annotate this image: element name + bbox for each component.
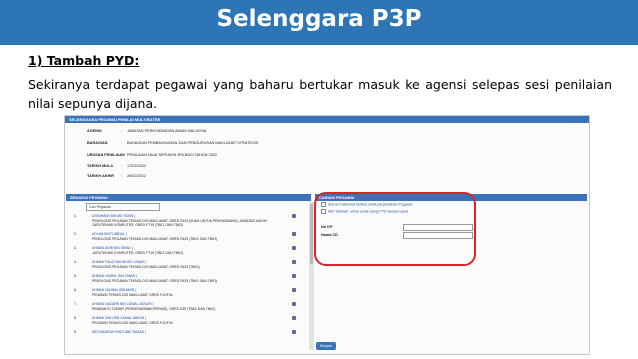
info-row-agensi: AGENSI: JABATAN PERKHIDMATAN AWAM MALAYSI…: [87, 129, 207, 133]
info-value: BAHAGIAN PEMBANGUNAN DAN PENGURUSAN MAKL…: [127, 141, 259, 145]
employee-name-link[interactable]: A RAHMAN BIN MD YASIN (: [92, 214, 135, 218]
delete-icon[interactable]: [292, 330, 296, 334]
info-value: 17/02/2022: [127, 164, 147, 168]
delete-icon[interactable]: [292, 316, 296, 320]
employee-name-link[interactable]: AHMAD ADRI BIN ISHAK (: [92, 246, 133, 250]
header-bar: SELENGGARA PEGAWAI PENILAI MULTIRATER: [65, 116, 589, 123]
info-label: TARIKH AKHIR: [87, 174, 114, 178]
save-button[interactable]: Simpan: [316, 342, 336, 350]
item-number: 5.: [74, 274, 77, 278]
header-bar-label: SELENGGARA PEGAWAI PENILAI MULTIRATER: [69, 117, 161, 122]
info-value: 28/02/2022: [127, 174, 147, 178]
employee-name-link[interactable]: AHMAD ZAKI BIN ZAINAL ABIDIN (: [92, 316, 146, 320]
info-label: TARIKH MULA: [87, 164, 114, 168]
employee-position: PENOLONG PEGAWAI TEKNOLOGI MAKLUMAT, GRE…: [92, 279, 218, 283]
employee-name-link[interactable]: AHMAD NAJMAL BIN AMIR (: [92, 288, 136, 292]
delete-icon[interactable]: [292, 246, 296, 250]
employee-name-link[interactable]: AIDI NAZIRAH BINTI ABD RAZAK (: [92, 330, 146, 334]
search-input[interactable]: Cari Pegawai...: [86, 203, 160, 211]
info-row-tarikh-mula: TARIKH MULA:17/02/2022: [87, 164, 147, 168]
employee-position: PEGAWAI TEKNOLOGI MAKLUMAT, GRED F41/F44: [92, 293, 173, 297]
delete-icon[interactable]: [292, 214, 296, 218]
item-number: 1.: [74, 214, 77, 218]
scrollbar-thumb[interactable]: [310, 204, 313, 264]
employee-name-link[interactable]: AHMAD HAIRAL BIN OMAR (: [92, 274, 137, 278]
info-label: AGENSI: [87, 129, 102, 133]
info-row-urusan: URUSAN PENILAIAN: PENILAIAN NILAI SEPUNYA…: [87, 153, 218, 157]
info-value: PENILAIAN NILAI SEPUNYA JPA BAGI TAHUN 2…: [127, 153, 218, 157]
item-number: 3.: [74, 246, 77, 250]
employee-name-link[interactable]: AHMAD FAUZI BIN MOHD JABAR (: [92, 260, 147, 264]
delete-icon[interactable]: [292, 260, 296, 264]
info-label: BAHAGIAN: [87, 141, 108, 145]
info-row-tarikh-akhir: TARIKH AKHIR:28/02/2022: [87, 174, 147, 178]
info-row-bahagian: BAHAGIAN: BAHAGIAN PEMBANGUNAN DAN PENGUR…: [87, 141, 259, 145]
employee-position: PENOLONG PEGAWAI TEKNOLOGI MAKLUMAT, GRE…: [92, 237, 218, 241]
delete-icon[interactable]: [292, 274, 296, 278]
slide-title: Selenggara P3P: [216, 6, 422, 32]
delete-icon[interactable]: [292, 288, 296, 292]
item-number: 4.: [74, 260, 77, 264]
employee-position: PEMBANTU TADBIR (PERKERANIAN/OPERASI), G…: [92, 307, 216, 311]
employee-position: PEGAWAI TEKNOLOGI MAKLUMAT, GRED F41/F44: [92, 321, 173, 325]
item-number: 9.: [74, 330, 77, 334]
employee-list-title: SENARAI PEGAWAI: [70, 195, 108, 200]
info-value: JABATAN PERKHIDMATAN AWAM MALAYSIA: [127, 129, 207, 133]
highlight-circle: [314, 192, 476, 266]
info-label: URUSAN PENILAIAN: [87, 153, 125, 157]
description-paragraph: Sekiranya terdapat pegawai yang baharu b…: [28, 77, 612, 111]
employee-position: JURUTEKNIK KOMPUTER, GRED FT19 (TBK1 DAN…: [92, 251, 184, 255]
employee-name-link[interactable]: AHMAD NAZARN BIN ZAINAL ZAKARI (: [92, 302, 154, 306]
item-number: 8.: [74, 316, 77, 320]
employee-position: PENOLONG PEGAWAI TEKNOLOGI MAKLUMAT, GRE…: [92, 219, 267, 227]
employee-list-bar: SENARAI PEGAWAI: [66, 194, 311, 201]
delete-icon[interactable]: [292, 302, 296, 306]
delete-icon[interactable]: [292, 232, 296, 236]
item-number: 6.: [74, 288, 77, 292]
employee-position: PENOLONG PEGAWAI TEKNOLOGI MAKLUMAT, GRE…: [92, 265, 200, 269]
item-number: 7.: [74, 302, 77, 306]
section-heading: 1) Tambah PYD:: [28, 53, 140, 68]
item-number: 2.: [74, 232, 77, 236]
employee-name-link[interactable]: ADLAN BINTI ABDUL (: [92, 232, 127, 236]
employee-list-panel: SENARAI PEGAWAI Cari Pegawai... 1. A RAHM…: [66, 194, 311, 352]
